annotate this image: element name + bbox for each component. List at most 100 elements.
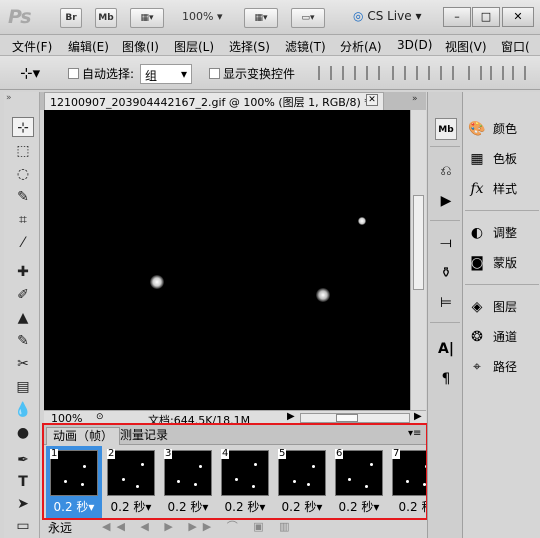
horizontal-scroll-thumb[interactable] — [336, 414, 358, 422]
align-hcenter-icon[interactable] — [416, 66, 430, 80]
panel-channels[interactable]: ❂ 通道 — [467, 325, 517, 349]
thumbnail-dot — [177, 480, 180, 483]
loop-options-dropdown[interactable]: 永远 — [48, 519, 72, 536]
panel-menu-icon[interactable]: ▾≡ — [408, 428, 421, 439]
align-top-icon[interactable] — [318, 66, 332, 80]
align-left-icon[interactable] — [392, 66, 406, 80]
character-icon[interactable]: A| — [435, 338, 457, 360]
menu-select[interactable]: 选择(S) — [229, 38, 270, 55]
menu-file[interactable]: 文件(F) — [12, 38, 52, 55]
distribute-bottom-icon[interactable] — [512, 66, 526, 80]
align-vcenter-icon[interactable] — [342, 66, 356, 80]
menu-filter[interactable]: 滤镜(T) — [285, 38, 326, 55]
animation-frame[interactable]: 3 0.2 秒▾ — [160, 446, 216, 518]
auto-select-target-dropdown[interactable]: 组 ▾ — [140, 64, 192, 84]
tool-presets-icon[interactable]: ⊨ — [435, 292, 457, 314]
menu-view[interactable]: 视图(V) — [445, 38, 487, 55]
path-selection-tool-icon[interactable]: ➤ — [12, 494, 34, 514]
brush-presets-icon[interactable]: ⟞ — [435, 232, 457, 254]
panel-swatches[interactable]: ▦ 色板 — [467, 147, 517, 171]
marquee-tool-icon[interactable]: ⬚ — [12, 141, 34, 161]
history-icon[interactable]: ⎌ — [435, 160, 457, 182]
quick-select-tool-icon[interactable]: ✎ — [12, 187, 34, 207]
paragraph-icon[interactable]: ¶ — [435, 368, 457, 390]
auto-select-checkbox[interactable] — [68, 68, 79, 79]
panel-paths[interactable]: ⌖ 路径 — [467, 355, 517, 379]
mini-bridge-button[interactable]: Mb — [95, 8, 117, 28]
frame-delay[interactable]: 0.2 秒▾ — [103, 498, 159, 515]
menu-3d[interactable]: 3D(D) — [397, 38, 432, 52]
animation-panel: 动画（帧） 测量记录 ▾≡ 1 0.2 秒▾ 2 0.2 秒▾ 3 0.2 秒▾… — [42, 425, 428, 538]
menu-analysis[interactable]: 分析(A) — [340, 38, 382, 55]
panel-styles[interactable]: fx 样式 — [467, 177, 517, 201]
panel-layers[interactable]: ◈ 图层 — [467, 295, 517, 319]
animation-frame[interactable]: 4 0.2 秒▾ — [217, 446, 273, 518]
frame-delay[interactable]: 0.2 秒▾ — [217, 498, 273, 515]
panel-adjustments[interactable]: ◐ 调整 — [467, 221, 517, 245]
vertical-scrollbar[interactable] — [410, 110, 426, 410]
gradient-tool-icon[interactable]: ▤ — [12, 377, 34, 397]
scrollbar-thumb[interactable] — [413, 195, 424, 290]
actions-icon[interactable]: ▶ — [435, 190, 457, 212]
bridge-button[interactable]: Br — [60, 8, 82, 28]
tab-measurement-log[interactable]: 测量记录 — [114, 427, 174, 445]
animation-frame[interactable]: 1 0.2 秒▾ — [46, 446, 102, 518]
frame-delay[interactable]: 0.2 秒▾ — [160, 498, 216, 515]
eraser-tool-icon[interactable]: ✂ — [12, 354, 34, 374]
close-button[interactable]: ✕ — [502, 7, 534, 27]
animation-frame[interactable]: 6 0.2 秒▾ — [331, 446, 387, 518]
minimize-button[interactable]: – — [443, 7, 471, 27]
lasso-tool-icon[interactable]: ◌ — [12, 164, 34, 184]
close-tab-icon[interactable]: ✕ — [366, 94, 378, 106]
restore-button[interactable]: □ — [472, 7, 500, 27]
distribute-top-icon[interactable] — [468, 66, 482, 80]
scroll-right-icon[interactable]: ▶ — [414, 411, 422, 422]
align-bottom-icon[interactable] — [366, 66, 380, 80]
blur-tool-icon[interactable]: 💧 — [12, 400, 34, 420]
dodge-tool-icon[interactable]: ● — [12, 423, 34, 443]
menu-edit[interactable]: 编辑(E) — [68, 38, 109, 55]
distribute-vcenter-icon[interactable] — [490, 66, 504, 80]
move-tool-icon[interactable]: ⊹ — [12, 117, 34, 137]
panel-color[interactable]: 🎨 颜色 — [467, 117, 517, 141]
frame-delay[interactable]: 0.2 秒▾ — [274, 498, 330, 515]
align-right-icon[interactable] — [440, 66, 454, 80]
zoom-status[interactable]: 100% — [51, 412, 82, 425]
frame-delay[interactable]: 0.2 秒 — [388, 498, 426, 515]
animation-frame[interactable]: 7 0.2 秒 — [388, 446, 426, 518]
clone-source-icon[interactable]: ⚱ — [435, 262, 457, 284]
animation-frame[interactable]: 2 0.2 秒▾ — [103, 446, 159, 518]
horizontal-scrollbar[interactable] — [300, 413, 410, 423]
status-menu-arrow-icon[interactable]: ▶ — [287, 411, 295, 422]
eyedropper-tool-icon[interactable]: ⁄ — [12, 233, 34, 253]
mini-bridge-icon[interactable]: Mb — [435, 118, 457, 140]
cs-live-button[interactable]: ◎ CS Live ▾ — [353, 9, 421, 23]
frame-delay[interactable]: 0.2 秒▾ — [46, 498, 102, 515]
menu-window[interactable]: 窗口( — [501, 38, 530, 55]
healing-brush-tool-icon[interactable]: ✚ — [12, 262, 34, 282]
arrange-documents-button[interactable]: ▦▾ — [244, 8, 278, 28]
collapse-left-icon[interactable]: » — [6, 93, 12, 103]
expand-panels-icon[interactable]: » — [412, 94, 418, 104]
tab-animation-frames[interactable]: 动画（帧） — [46, 427, 121, 445]
screen-mode-button[interactable]: ▭▾ — [291, 8, 325, 28]
zoom-level-dropdown[interactable]: 100% ▾ — [182, 10, 222, 23]
brush-tool-icon[interactable]: ✐ — [12, 285, 34, 305]
animation-frame[interactable]: 5 0.2 秒▾ — [274, 446, 330, 518]
type-tool-icon[interactable]: T — [12, 472, 34, 492]
document-tab[interactable]: 12100907_203904442167_2.gif @ 100% (图层 1… — [44, 92, 384, 110]
playback-controls[interactable]: ◀◀ ◀ ▶ ▶▶ ⌒ ▣ ▥ — [102, 518, 296, 534]
move-tool-preset-icon[interactable]: ⊹▾ — [20, 64, 40, 82]
frame-delay[interactable]: 0.2 秒▾ — [331, 498, 387, 515]
clone-stamp-tool-icon[interactable]: ▲ — [12, 308, 34, 328]
menu-image[interactable]: 图像(I) — [122, 38, 159, 55]
document-canvas[interactable] — [44, 110, 410, 410]
view-extras-button[interactable]: ▦▾ — [130, 8, 164, 28]
show-transform-checkbox[interactable] — [209, 68, 220, 79]
history-brush-tool-icon[interactable]: ✎ — [12, 331, 34, 351]
menu-layer[interactable]: 图层(L) — [174, 38, 214, 55]
panel-masks[interactable]: ◙ 蒙版 — [467, 251, 517, 275]
shape-tool-icon[interactable]: ▭ — [12, 516, 34, 536]
pen-tool-icon[interactable]: ✒ — [12, 450, 34, 470]
crop-tool-icon[interactable]: ⌗ — [12, 210, 34, 230]
